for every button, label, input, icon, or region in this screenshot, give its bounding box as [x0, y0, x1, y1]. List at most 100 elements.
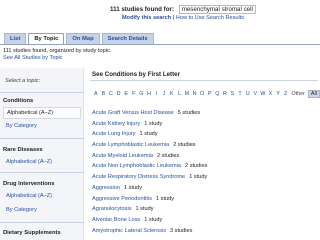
select-topic-prompt: Select a topic: [5, 78, 41, 84]
how-to-use-link[interactable]: How to Use Search Results [176, 15, 244, 21]
list-item: Acute Kidney Injury 1 study [92, 119, 318, 130]
results-count: 111 studies found for: [110, 6, 174, 13]
letter-f[interactable]: F [130, 91, 138, 97]
letter-m[interactable]: M [183, 91, 191, 97]
study-count: 2 studies [185, 163, 208, 170]
section-rare-diseases: Rare Diseases [3, 147, 43, 153]
letter-n[interactable]: N [191, 91, 199, 97]
condition-link[interactable]: Acute Non Lymphoblastic Leukemia [92, 163, 181, 169]
results-count-line: 111 studies found for: mesenchymal strom… [110, 5, 256, 14]
sidebar-divider [0, 92, 84, 93]
topic-sidebar: Select a topic: Conditions Alphabetical … [0, 68, 84, 240]
study-count: 1 study [144, 120, 163, 127]
list-item: Acute Non Lymphoblastic Leukemia 2 studie… [92, 161, 318, 172]
condition-link[interactable]: Acute Lung Injury [92, 131, 136, 137]
conditions-by-category[interactable]: By Category [6, 123, 37, 129]
study-count: 3 studies [170, 227, 193, 234]
search-header: 111 studies found for: mesenchymal strom… [0, 0, 320, 30]
list-item: Acute Graft Versus Host Disease 5 studies [92, 108, 318, 119]
condition-link[interactable]: Acute Kidney Injury [92, 121, 140, 127]
search-links: Modify this search | How to Use Search R… [122, 15, 244, 21]
condition-link[interactable]: Amyotrophic Lateral Sclerosis [92, 228, 166, 234]
list-item: Acute Myeloid Leukemia 2 studies [92, 151, 318, 162]
section-dietary-supplements: Dietary Supplements [3, 230, 61, 236]
section-conditions: Conditions [3, 98, 34, 104]
panel-heading: See Conditions by First Letter [92, 71, 181, 78]
condition-link[interactable]: Alveolar Bone Loss [92, 217, 140, 223]
letter-h[interactable]: H [145, 91, 153, 97]
letter-d[interactable]: D [115, 91, 123, 97]
letter-k[interactable]: K [168, 91, 176, 97]
sidebar-divider [0, 222, 84, 223]
list-item: Acute Lung Injury 1 study [92, 129, 318, 140]
see-all-topics-link[interactable]: See All Studies by Topic [3, 55, 63, 61]
tab-search-details[interactable]: Search Details [101, 33, 154, 44]
list-item: Acute Respiratory Distress Syndrome 1 stu… [92, 172, 318, 183]
condition-link[interactable]: Acute Graft Versus Host Disease [92, 110, 174, 116]
study-count: 1 study [144, 216, 163, 223]
letter-b[interactable]: B [100, 91, 108, 97]
letter-l[interactable]: L [176, 91, 184, 97]
letter-all-selected[interactable]: All [307, 90, 320, 98]
study-count: 1 study [189, 174, 208, 181]
rare-diseases-alphabetical[interactable]: Alphabetical (A–Z) [6, 159, 52, 165]
sidebar-divider [0, 172, 84, 173]
list-item: Alveolar Bone Loss 1 study [92, 215, 318, 226]
letter-x[interactable]: X [267, 91, 275, 97]
study-count: 5 studies [177, 110, 201, 116]
letter-i[interactable]: I [153, 91, 161, 97]
letter-g[interactable]: G [138, 91, 146, 97]
tab-divider [0, 44, 320, 45]
letter-u[interactable]: U [244, 91, 252, 97]
letter-z[interactable]: Z [282, 91, 290, 97]
results-summary: 111 studies found, organized by study to… [3, 48, 111, 62]
study-count: 2 studies [173, 142, 196, 149]
list-item: Acute Lymphoblastic Leukemia 2 studies [92, 140, 318, 151]
letter-j[interactable]: J [160, 91, 168, 97]
sidebar-divider [0, 138, 84, 139]
link-separator: | [172, 15, 175, 21]
list-item: Aggression 1 study [92, 183, 318, 194]
condition-link[interactable]: Aggression [92, 185, 120, 191]
study-count: 2 studies [156, 152, 180, 159]
tab-by-topic[interactable]: By Topic [28, 33, 65, 44]
drug-interventions-alphabetical[interactable]: Alphabetical (A–Z) [6, 193, 52, 199]
search-term: mesenchymal stromal cell [178, 5, 256, 14]
letter-v[interactable]: V [251, 91, 259, 97]
drug-interventions-by-category[interactable]: By Category [6, 207, 37, 213]
modify-search-link[interactable]: Modify this search [122, 15, 171, 21]
tab-list[interactable]: List [4, 33, 27, 44]
letter-r[interactable]: R [221, 91, 229, 97]
conditions-list: Acute Graft Versus Host Disease 5 studies… [92, 108, 318, 236]
study-count: 1 study [135, 206, 154, 213]
study-count: 1 study [139, 131, 158, 138]
condition-link[interactable]: Aggressive Periodontitis [92, 196, 152, 202]
letter-w[interactable]: W [259, 91, 267, 97]
summary-text: 111 studies found, organized by study to… [3, 48, 112, 54]
condition-link[interactable]: Agranulocytosis [92, 206, 132, 212]
letter-index: A B C D E F G H I J K L M N O P Q R S T … [92, 90, 320, 98]
condition-link[interactable]: Acute Myeloid Leukemia [92, 153, 153, 159]
study-count: 1 study [124, 184, 143, 191]
letter-e[interactable]: E [122, 91, 130, 97]
letter-c[interactable]: C [107, 91, 115, 97]
panel-divider [90, 80, 318, 81]
results-tabs: List By Topic On Map Search Details [4, 33, 154, 44]
list-item: Amyotrophic Lateral Sclerosis 3 studies [92, 226, 318, 237]
condition-link[interactable]: Acute Respiratory Distress Syndrome [92, 174, 185, 180]
letter-q[interactable]: Q [214, 91, 222, 97]
letter-a[interactable]: A [92, 91, 100, 97]
conditions-alphabetical[interactable]: Alphabetical (A–Z) [3, 107, 81, 119]
letter-o[interactable]: O [198, 91, 206, 97]
tab-on-map[interactable]: On Map [66, 33, 100, 44]
letter-y[interactable]: Y [274, 91, 282, 97]
letter-p[interactable]: P [206, 91, 214, 97]
list-item: Agranulocytosis 1 study [92, 204, 318, 215]
letter-t[interactable]: T [236, 91, 244, 97]
section-drug-interventions: Drug Interventions [3, 181, 55, 187]
letter-s[interactable]: S [229, 91, 237, 97]
list-item: Aggressive Periodontitis 1 study [92, 194, 318, 205]
study-count: 1 study [156, 195, 175, 202]
letter-other[interactable]: Other [291, 91, 304, 97]
condition-link[interactable]: Acute Lymphoblastic Leukemia [92, 142, 169, 148]
